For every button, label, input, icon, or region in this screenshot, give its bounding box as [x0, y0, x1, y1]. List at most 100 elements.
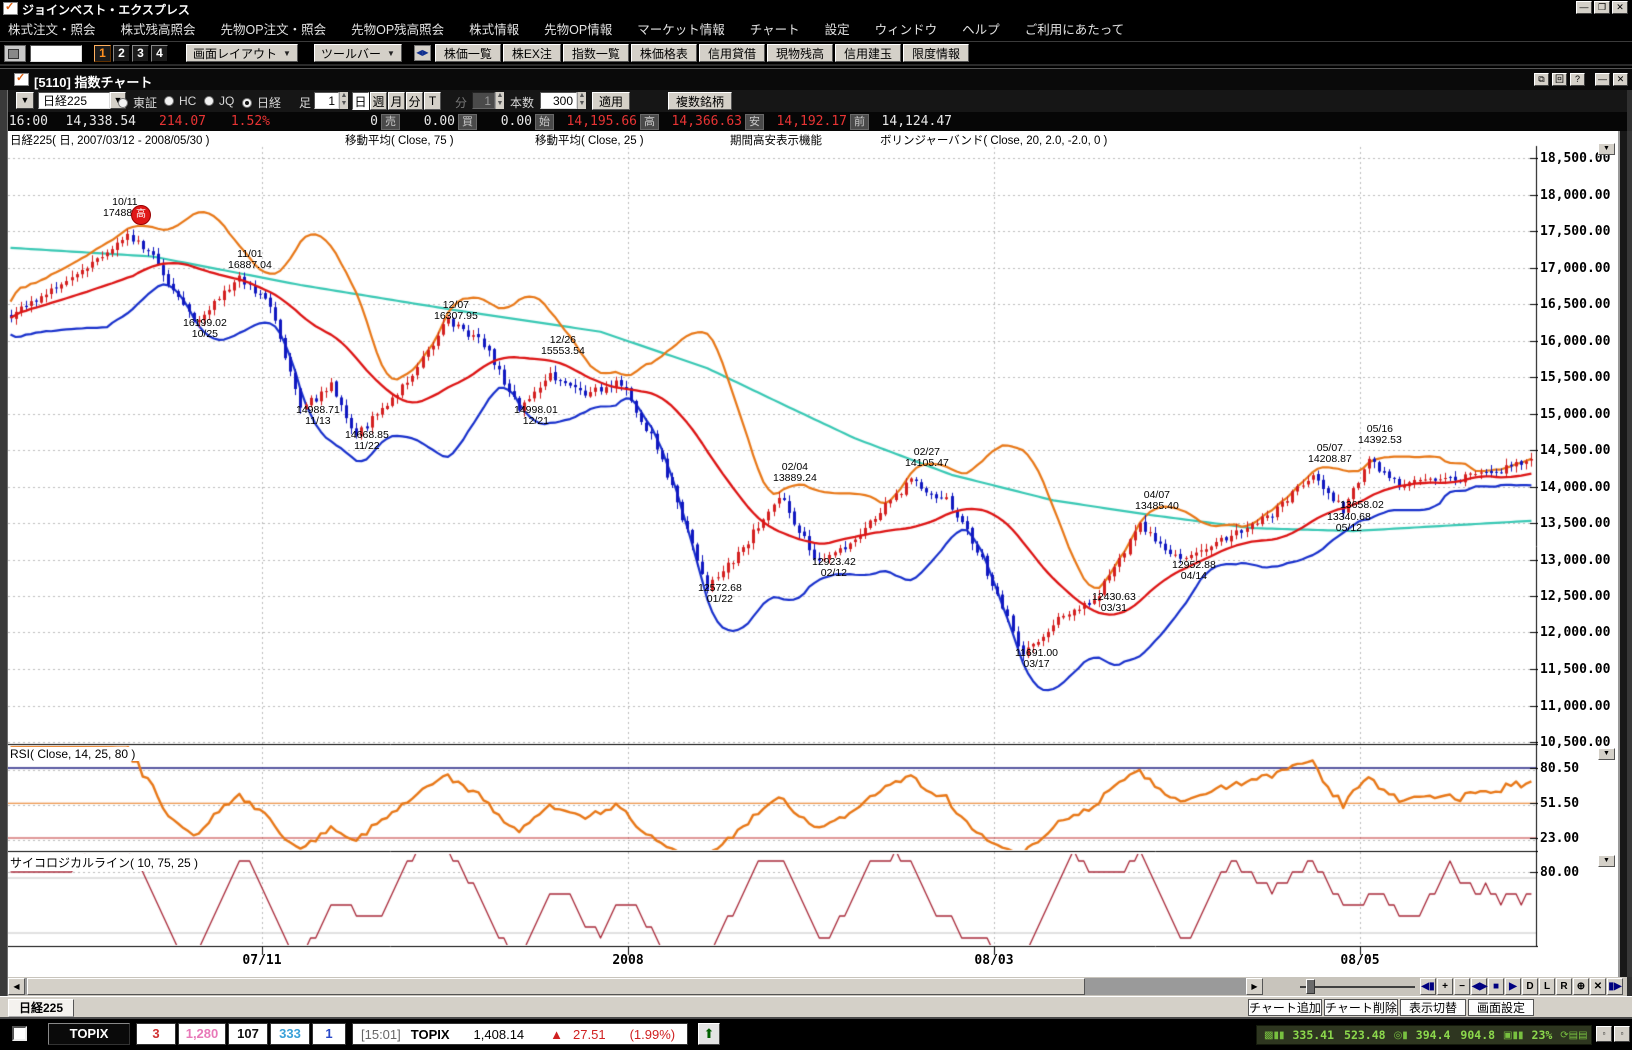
footer-button[interactable]: チャート削除: [1324, 999, 1398, 1016]
market-count-box[interactable]: 3: [136, 1023, 176, 1045]
rsi-pane-label: RSI( Close, 14, 25, 80 ): [10, 747, 139, 761]
restore-icon[interactable]: ❐: [1594, 1, 1610, 14]
symbol-code-input[interactable]: [30, 45, 82, 62]
index-change: 27.51: [573, 1027, 606, 1042]
help-icon[interactable]: ?: [1570, 73, 1585, 86]
chart-nav-button[interactable]: R: [1556, 978, 1572, 995]
menu-item[interactable]: ウィンドウ: [875, 19, 938, 38]
high-label: 高: [640, 114, 659, 130]
chart-nav-button[interactable]: +: [1437, 978, 1453, 995]
chevron-down-icon[interactable]: ▼: [16, 92, 34, 109]
bar-count-input[interactable]: 300▲▼: [540, 92, 586, 109]
quick-button[interactable]: 株価格表: [631, 44, 697, 62]
footer-button[interactable]: 表示切替: [1400, 999, 1466, 1016]
quick-button[interactable]: 信用貸借: [699, 44, 765, 62]
chart-nav-button[interactable]: ◀▶: [1471, 978, 1487, 995]
chart-nav-button[interactable]: ▶: [1505, 978, 1521, 995]
period-button-T[interactable]: T: [424, 92, 441, 110]
collapse-psych-pane-icon[interactable]: ▼: [1598, 855, 1615, 867]
menu-item[interactable]: ご利用にあたって: [1025, 19, 1124, 38]
spinner-icon[interactable]: ▲▼: [339, 92, 348, 109]
market-count-box[interactable]: 1,280: [178, 1023, 226, 1045]
quick-button[interactable]: 株価一覧: [435, 44, 501, 62]
chart-nav-button[interactable]: ✕: [1590, 978, 1606, 995]
psych-tick-label: 80.00: [1540, 865, 1616, 880]
period-button-週[interactable]: 週: [370, 92, 387, 110]
chart-nav-button[interactable]: D: [1522, 978, 1538, 995]
scroll-left-icon[interactable]: ◀: [8, 978, 25, 995]
bar-width-slider-thumb[interactable]: [1306, 979, 1315, 994]
apply-button[interactable]: 適用: [592, 92, 630, 110]
minimize-icon[interactable]: —: [1576, 1, 1592, 14]
expand-up-icon[interactable]: ⬆: [698, 1023, 720, 1045]
market-radio-JQ[interactable]: JQ: [204, 94, 234, 108]
taskbar-icon[interactable]: ▫: [1596, 1026, 1612, 1042]
market-radio-東証[interactable]: 東証: [118, 94, 157, 111]
new-window-icon[interactable]: ⧉: [1534, 73, 1549, 86]
scroll-right-icon[interactable]: ▶: [1246, 978, 1263, 995]
scrollbar-thumb[interactable]: [27, 978, 1085, 995]
footer-button[interactable]: チャート追加: [1248, 999, 1322, 1016]
market-count-box[interactable]: 333: [270, 1023, 310, 1045]
bar-interval-input[interactable]: 1▲▼: [314, 92, 348, 109]
menu-item[interactable]: マーケット情報: [637, 19, 725, 38]
window-layout-icon[interactable]: [4, 45, 26, 62]
duplicate-icon[interactable]: 回: [1552, 73, 1567, 86]
market-radio-HC[interactable]: HC: [164, 94, 196, 108]
chart-nav-button[interactable]: ▮▶: [1607, 978, 1623, 995]
period-button-月[interactable]: 月: [388, 92, 405, 110]
layout-button-3[interactable]: 3: [132, 45, 149, 62]
layout-button-2[interactable]: 2: [113, 45, 130, 62]
menu-item[interactable]: チャート: [750, 19, 800, 38]
quick-button[interactable]: 株EX注: [503, 44, 561, 62]
time-tick-label: 2008: [598, 953, 658, 968]
market-radio-日経[interactable]: 日経: [242, 94, 281, 111]
chart-nav-button[interactable]: −: [1454, 978, 1470, 995]
split-arrows-icon[interactable]: ◀▶: [414, 45, 431, 61]
layout-button-4[interactable]: 4: [151, 45, 168, 62]
menu-item[interactable]: 株式情報: [469, 19, 519, 38]
price-tick-label: 15,500.00: [1540, 370, 1616, 385]
market-count-box[interactable]: 1: [312, 1023, 346, 1045]
tab-nikkei225[interactable]: 日経225: [8, 999, 74, 1017]
collapse-rsi-pane-icon[interactable]: ▼: [1598, 748, 1615, 760]
taskbar-icon[interactable]: ▫: [1614, 1026, 1630, 1042]
market-count-box[interactable]: 107: [228, 1023, 268, 1045]
chart-nav-button[interactable]: ■: [1488, 978, 1504, 995]
menu-item[interactable]: ヘルプ: [962, 19, 1000, 38]
menu-item[interactable]: 設定: [825, 19, 850, 38]
layout-button-1[interactable]: 1: [94, 45, 111, 62]
index-name-box[interactable]: TOPIX: [48, 1023, 130, 1045]
multi-symbol-button[interactable]: 複数銘柄: [668, 92, 732, 110]
bar-width-slider[interactable]: [1300, 986, 1415, 988]
screen-layout-dropdown[interactable]: 画面レイアウト▼: [186, 44, 298, 62]
chart-nav-button[interactable]: ⊕: [1573, 978, 1589, 995]
peak-marker-icon: 高: [131, 205, 151, 225]
close-icon[interactable]: ✕: [1613, 73, 1628, 86]
chart-annotation: 11/0116887.04: [228, 249, 272, 271]
footer-button[interactable]: 画面設定: [1468, 999, 1534, 1016]
chart-nav-button[interactable]: L: [1539, 978, 1555, 995]
period-button-分[interactable]: 分: [406, 92, 423, 110]
menu-item[interactable]: 先物OP情報: [544, 19, 612, 38]
chart-nav-button[interactable]: ◀▮: [1420, 978, 1436, 995]
legend-item: 期間高安表示機能: [730, 132, 822, 148]
statusbar-checkbox[interactable]: [12, 1026, 27, 1041]
quick-button[interactable]: 限度情報: [903, 44, 969, 62]
bar-label: 足: [299, 94, 311, 111]
spinner-icon[interactable]: ▲▼: [577, 92, 586, 109]
menu-item[interactable]: 株式注文・照会: [8, 19, 96, 38]
menu-item[interactable]: 先物OP注文・照会: [221, 19, 327, 38]
quick-button[interactable]: 指数一覧: [563, 44, 629, 62]
symbol-combo[interactable]: 日経225 ▼: [38, 92, 126, 109]
menu-item[interactable]: 株式残高照会: [121, 19, 196, 38]
minute-input: 1▲▼: [472, 92, 504, 109]
period-button-日[interactable]: 日: [352, 92, 369, 110]
quick-button[interactable]: 現物残高: [767, 44, 833, 62]
minimize-icon[interactable]: —: [1595, 73, 1610, 86]
collapse-main-pane-icon[interactable]: ▼: [1598, 143, 1615, 155]
menu-item[interactable]: 先物OP残高照会: [351, 19, 444, 38]
quick-button[interactable]: 信用建玉: [835, 44, 901, 62]
close-icon[interactable]: ✕: [1612, 1, 1628, 14]
toolbar-dropdown[interactable]: ツールバー▼: [314, 44, 402, 62]
